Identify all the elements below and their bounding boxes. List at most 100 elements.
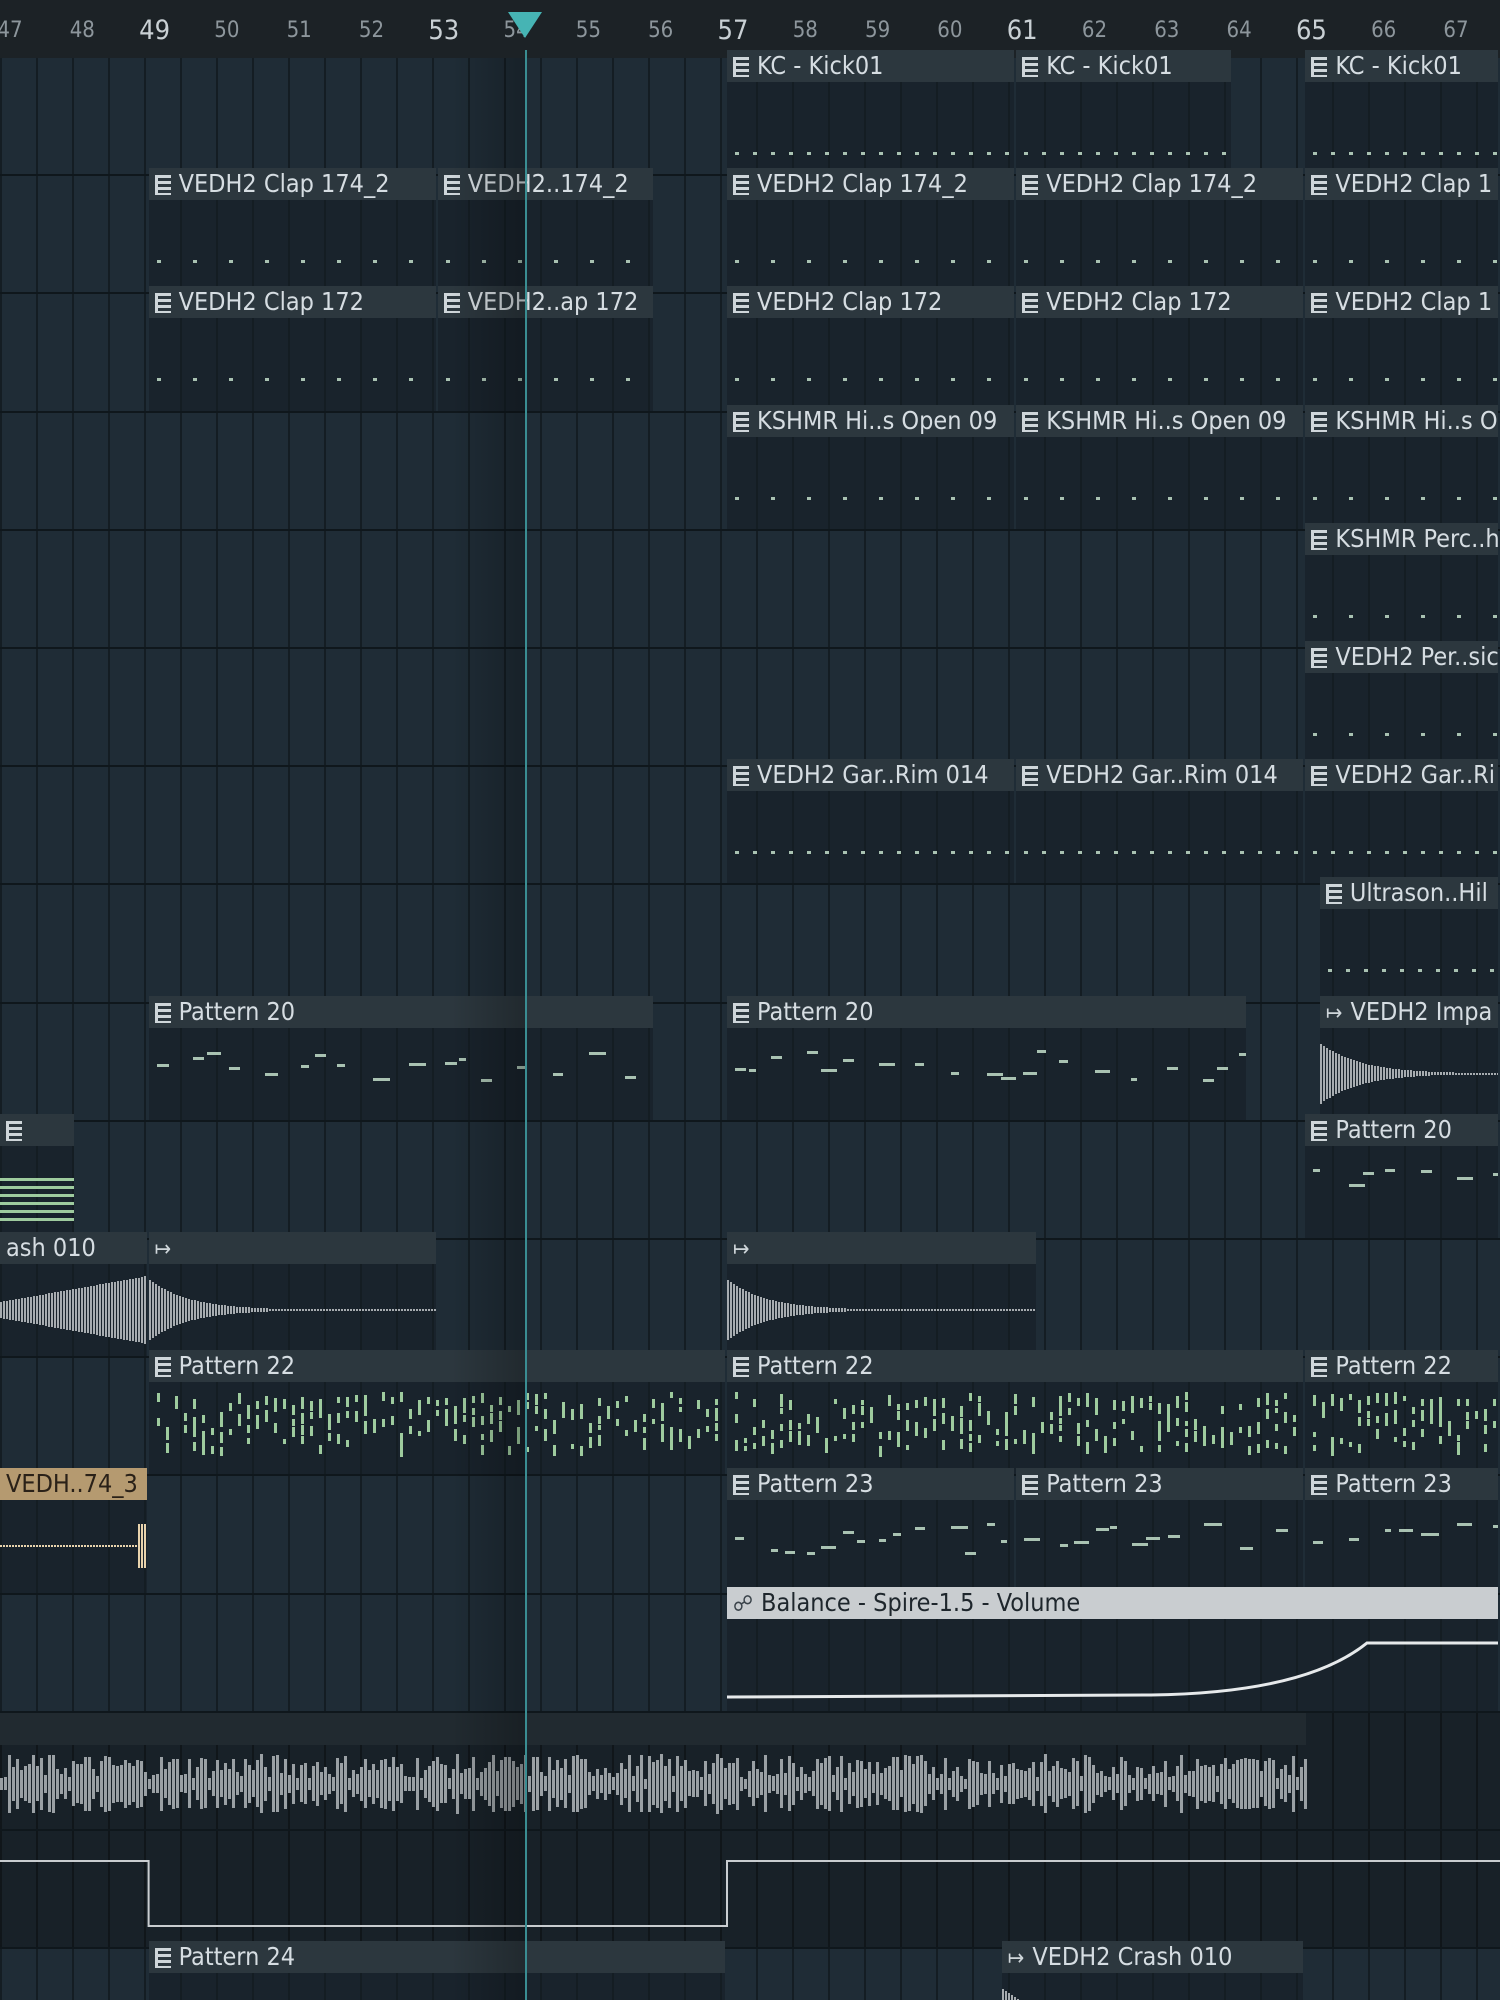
audio-clip[interactable]: VEDH..74_3 [0, 1468, 147, 1593]
playlist-track-16[interactable] [0, 1831, 1500, 1950]
clip-header[interactable]: Pattern 22 [1305, 1350, 1498, 1383]
pattern-clip[interactable]: KSHMR Perc..h [1305, 522, 1498, 647]
clip-header[interactable]: Pattern 20 [148, 995, 653, 1028]
clip-header[interactable]: Pattern 23 [1016, 1468, 1304, 1501]
playlist-track-8[interactable]: Ultrason..Hil [0, 877, 1500, 1004]
clip-header[interactable]: VEDH..74_3 [0, 1468, 147, 1501]
audio-clip[interactable]: ↦ [148, 1232, 436, 1357]
pattern-clip[interactable]: VEDH2..174_2 [437, 168, 653, 293]
playlist-track-9[interactable]: Pattern 20 Pattern 20 ↦ VEDH2 Impa [0, 995, 1500, 1122]
pattern-clip[interactable]: Pattern 20 [1305, 1113, 1498, 1238]
clip-header[interactable]: VEDH2..ap 172 [437, 286, 653, 319]
clip-header[interactable]: ☍ Balance - Spire-1.5 - Volume [727, 1586, 1498, 1619]
clip-header[interactable]: Pattern 23 [727, 1468, 1015, 1501]
clip-header[interactable]: KSHMR Perc..h [1305, 522, 1498, 555]
clip-header[interactable]: ↦ [727, 1232, 1036, 1264]
pattern-clip[interactable]: Pattern 20 [148, 995, 653, 1120]
clip-header[interactable]: VEDH2 Per..sic [1305, 641, 1498, 673]
clip-header[interactable]: VEDH2 Clap 174_2 [727, 168, 1015, 201]
clip-header[interactable]: KC - Kick01 [1305, 50, 1498, 82]
clip-header[interactable]: Pattern 20 [727, 995, 1246, 1028]
playlist-track-17[interactable]: Pattern 24 ↦ VEDH2 Crash 010 [0, 1941, 1500, 2000]
pattern-clip[interactable]: Ultrason..Hil [1319, 877, 1498, 1002]
pattern-icon [1022, 1475, 1039, 1496]
pattern-clip[interactable]: VEDH2 Clap 174_2 [727, 168, 1015, 293]
clip-header[interactable]: VEDH2 Clap 1 [1305, 286, 1498, 319]
clip-header[interactable]: VEDH2 Clap 174_2 [148, 168, 436, 201]
audio-clip[interactable]: ↦ [727, 1232, 1036, 1357]
clip-header[interactable]: ash 010 [0, 1232, 147, 1264]
pattern-clip[interactable]: Pattern 22 [1305, 1350, 1498, 1475]
clip-header[interactable]: VEDH2..174_2 [437, 168, 653, 201]
clip-header[interactable]: Ultrason..Hil [1319, 877, 1498, 910]
clip-header[interactable]: ↦ VEDH2 Impa [1319, 995, 1498, 1028]
playlist-track-2[interactable]: VEDH2 Clap 174_2 VEDH2..174_2 VEDH2 Clap 1… [0, 168, 1500, 295]
clip-header[interactable]: VEDH2 Gar..Rim 014 [727, 759, 1015, 792]
playlist-track-12[interactable]: Pattern 22 Pattern 22 Pattern 22 [0, 1350, 1500, 1477]
pattern-clip[interactable]: KC - Kick01 [1305, 50, 1498, 175]
pattern-clip[interactable]: KC - Kick01 [1016, 50, 1232, 175]
pattern-clip[interactable]: Pattern 22 [148, 1350, 725, 1475]
audio-clip[interactable]: ↦ VEDH2 Impa [1319, 995, 1498, 1120]
playlist-track-3[interactable]: VEDH2 Clap 172 VEDH2..ap 172 VEDH2 Clap 17… [0, 286, 1500, 413]
clip-header[interactable]: KC - Kick01 [727, 50, 1015, 82]
playhead-marker-icon[interactable] [507, 12, 542, 38]
pattern-clip[interactable]: Pattern 23 [727, 1468, 1015, 1593]
pattern-clip[interactable]: VEDH2 Clap 172 [727, 286, 1015, 411]
pattern-clip[interactable]: Pattern 23 [1016, 1468, 1304, 1593]
playlist-track-15[interactable] [0, 1712, 1500, 1831]
playlist-track-4[interactable]: KSHMR Hi..s Open 09 KSHMR Hi..s Open 09 KS… [0, 404, 1500, 531]
pattern-clip[interactable]: Pattern 24 [148, 1941, 725, 2000]
pattern-clip[interactable]: VEDH2 Clap 1 [1305, 286, 1498, 411]
playlist-track-5[interactable]: KSHMR Perc..h [0, 522, 1500, 649]
clip-header[interactable] [0, 1113, 75, 1146]
pattern-clip[interactable]: VEDH2..ap 172 [437, 286, 653, 411]
playlist-track-6[interactable]: VEDH2 Per..sic [0, 641, 1500, 768]
clip-header[interactable]: Pattern 22 [727, 1350, 1304, 1383]
playlist-track-11[interactable]: ash 010 ↦ ↦ [0, 1232, 1500, 1359]
audio-clip[interactable]: ash 010 [0, 1232, 147, 1357]
clip-header[interactable]: ↦ VEDH2 Crash 010 [1001, 1941, 1304, 1974]
clip-label: VEDH2 Gar..Ri [1335, 760, 1495, 790]
clip-header[interactable]: VEDH2 Clap 174_2 [1016, 168, 1304, 201]
pattern-clip[interactable]: Pattern 20 [727, 995, 1246, 1120]
clip-header[interactable]: Pattern 22 [148, 1350, 725, 1383]
clip-header[interactable]: VEDH2 Clap 172 [148, 286, 436, 319]
clip-header[interactable]: VEDH2 Clap 172 [727, 286, 1015, 319]
clip-header[interactable]: Pattern 23 [1305, 1468, 1498, 1501]
clip-header[interactable]: KSHMR Hi..s Open 09 [1016, 404, 1304, 437]
clip-header[interactable]: KSHMR Hi..s Open 09 [727, 404, 1015, 437]
clip-header[interactable]: Pattern 20 [1305, 1113, 1498, 1146]
playlist-track-10[interactable]: Pattern 20 [0, 1113, 1500, 1240]
pattern-clip[interactable]: KSHMR Hi..s Op [1305, 404, 1498, 529]
pattern-clip[interactable]: KSHMR Hi..s Open 09 [1016, 404, 1304, 529]
playlist-track-13[interactable]: VEDH..74_3 Pattern 23 Pattern 23 Pattern 23 [0, 1468, 1500, 1595]
pattern-clip[interactable]: VEDH2 Gar..Ri [1305, 759, 1498, 884]
clip-header[interactable]: ↦ [148, 1232, 436, 1264]
pattern-clip[interactable]: Pattern 22 [727, 1350, 1304, 1475]
clip-header[interactable]: VEDH2 Gar..Rim 014 [1016, 759, 1304, 792]
pattern-clip[interactable] [0, 1113, 75, 1238]
automation-clip[interactable]: ☍ Balance - Spire-1.5 - Volume [727, 1586, 1498, 1711]
pattern-clip[interactable]: VEDH2 Clap 174_2 [1016, 168, 1304, 293]
clip-header[interactable]: Pattern 24 [148, 1941, 725, 1974]
pattern-clip[interactable]: VEDH2 Clap 174_2 [148, 168, 436, 293]
clip-header[interactable]: VEDH2 Clap 172 [1016, 286, 1304, 319]
clip-header[interactable]: VEDH2 Clap 1 [1305, 168, 1498, 201]
clip-header[interactable]: KC - Kick01 [1016, 50, 1232, 82]
pattern-clip[interactable]: Pattern 23 [1305, 1468, 1498, 1593]
pattern-clip[interactable]: VEDH2 Clap 172 [1016, 286, 1304, 411]
playlist-track-14[interactable]: ☍ Balance - Spire-1.5 - Volume [0, 1586, 1500, 1713]
pattern-clip[interactable]: VEDH2 Clap 1 [1305, 168, 1498, 293]
pattern-clip[interactable]: VEDH2 Per..sic [1305, 641, 1498, 766]
pattern-clip[interactable]: VEDH2 Gar..Rim 014 [1016, 759, 1304, 884]
playlist-track-1[interactable]: KC - Kick01 KC - Kick01 KC - Kick01 [0, 50, 1500, 177]
pattern-clip[interactable]: VEDH2 Clap 172 [148, 286, 436, 411]
pattern-clip[interactable]: KC - Kick01 [727, 50, 1015, 175]
pattern-clip[interactable]: KSHMR Hi..s Open 09 [727, 404, 1015, 529]
clip-header[interactable]: VEDH2 Gar..Ri [1305, 759, 1498, 792]
audio-clip[interactable]: ↦ VEDH2 Crash 010 [1001, 1941, 1304, 2000]
pattern-clip[interactable]: VEDH2 Gar..Rim 014 [727, 759, 1015, 884]
playlist-track-7[interactable]: VEDH2 Gar..Rim 014 VEDH2 Gar..Rim 014 VEDH… [0, 759, 1500, 886]
clip-header[interactable]: KSHMR Hi..s Op [1305, 404, 1498, 437]
